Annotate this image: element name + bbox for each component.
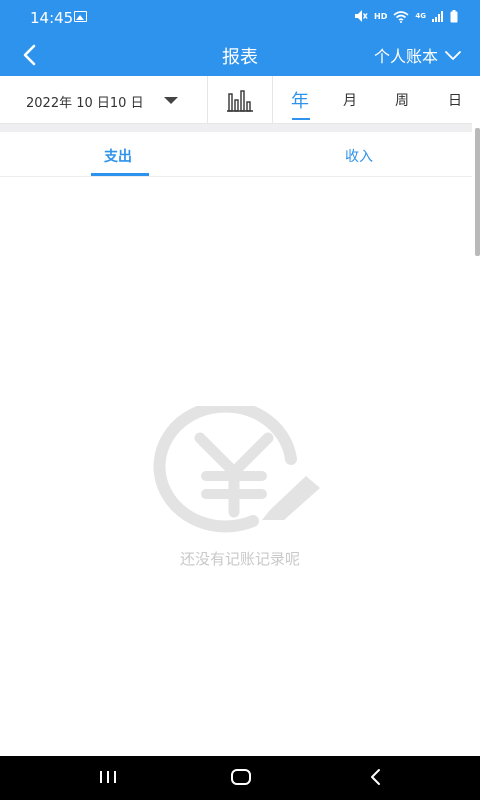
date-label: 2022年 10 日10 日 [26, 96, 144, 111]
bar-chart-icon [227, 90, 253, 112]
hd-label: HD [374, 11, 388, 21]
period-year-tab[interactable]: 年 [291, 87, 309, 113]
scrollbar-thumb[interactable] [475, 128, 480, 256]
battery-icon [450, 9, 458, 22]
filter-bar: 2022年 10 日10 日 年 月 周 日 [0, 76, 472, 124]
signal-icon [432, 10, 443, 22]
period-month-tab[interactable]: 月 [343, 90, 357, 110]
wifi-icon [393, 10, 409, 23]
gallery-icon [74, 11, 87, 22]
empty-state [148, 400, 328, 536]
tab-income[interactable]: 收入 [345, 146, 373, 166]
chart-type-button[interactable] [208, 76, 272, 124]
status-icons: HD 4G [354, 9, 458, 23]
app-bar: 报表 个人账本 [0, 34, 480, 76]
tab-active-indicator [91, 173, 149, 176]
recent-apps-button[interactable] [98, 768, 118, 786]
empty-message: 还没有记账记录呢 [179, 550, 300, 568]
period-active-indicator [292, 118, 310, 120]
section-gap [0, 124, 472, 132]
divider [272, 76, 273, 124]
status-bar: 14:45 HD 4G [0, 0, 480, 34]
period-week-tab[interactable]: 周 [395, 90, 409, 110]
tab-expense[interactable]: 支出 [104, 146, 132, 166]
account-switch-button[interactable]: 个人账本 [374, 43, 462, 67]
system-nav-bar [0, 756, 480, 800]
system-back-button[interactable] [368, 768, 384, 786]
account-label: 个人账本 [373, 47, 438, 66]
home-button[interactable] [230, 768, 252, 786]
network-label: 4G [415, 11, 426, 20]
period-day-tab[interactable]: 日 [448, 90, 462, 110]
date-selector[interactable]: 2022年 10 日10 日 [0, 76, 207, 124]
caret-down-icon [164, 97, 178, 104]
status-time: 14:45 [30, 9, 74, 27]
mute-icon [355, 10, 368, 22]
yen-edit-icon [153, 400, 320, 533]
type-tabs: 支出 收入 [0, 132, 472, 177]
chevron-down-icon [445, 51, 461, 60]
